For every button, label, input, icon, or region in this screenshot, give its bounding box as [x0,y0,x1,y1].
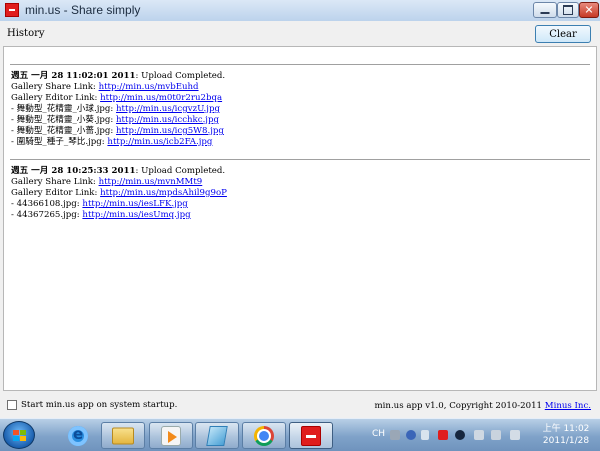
file-row: - 舞動型_花精靈_小薔.jpg: http://min.us/icg5W8.j… [11,126,596,137]
file-name: - 舞動型_花精靈_小薔.jpg: [11,126,117,136]
share-link-label: Gallery Share Link: [11,177,99,187]
file-name: - 圍騎型_種子_琴比.jpg: [11,137,108,147]
keyboard-icon[interactable] [390,430,400,440]
help-icon[interactable] [406,430,416,440]
footer: Start min.us app on system startup. min.… [0,397,600,417]
upload-entry: 週五 一月 28 10:25:33 2011: Upload Completed… [4,160,596,221]
window-title: min.us - Share simply [25,3,141,17]
title-bar[interactable]: min.us - Share simply ✕ [0,0,600,22]
file-link[interactable]: http://min.us/icb2FA.jpg [107,137,212,147]
chrome-icon [254,425,274,446]
close-icon: ✕ [584,3,594,17]
share-link[interactable]: http://min.us/mvnMMt9 [99,177,203,187]
share-link-row: Gallery Share Link: http://min.us/mvbEuh… [11,82,596,93]
taskbar-item-media-player[interactable] [149,422,193,449]
minimize-button[interactable] [533,2,557,18]
company-link[interactable]: Minus Inc. [545,401,591,411]
system-clock[interactable]: 上午 11:02 2011/1/28 [534,423,598,447]
minimize-icon [540,12,550,14]
clock-time: 上午 11:02 [542,424,590,434]
internet-explorer-icon [68,425,88,446]
file-link[interactable]: http://min.us/icg5W8.jpg [116,126,224,136]
taskbar-item-chrome[interactable] [242,422,286,449]
clock-date: 2011/1/28 [542,436,590,446]
editor-link-label: Gallery Editor Link: [11,93,101,103]
entry-header: 週五 一月 28 10:25:33 2011: Upload Completed… [11,166,596,177]
taskbar: CH 上午 11:02 2011/1/28 [0,418,600,451]
startup-checkbox-label[interactable]: Start min.us app on system startup. [21,400,177,410]
language-indicator[interactable]: CH [372,429,385,439]
network-icon[interactable] [474,430,484,440]
editor-link[interactable]: http://min.us/mpdsAhil9g9oP [100,188,227,198]
taskbar-item-notepad[interactable] [195,422,239,449]
file-row: - 44366108.jpg: http://min.us/iesLFK.jpg [11,199,596,210]
file-link[interactable]: http://min.us/icgvzU.jpg [116,104,220,114]
entry-header: 週五 一月 28 11:02:01 2011: Upload Completed… [11,71,596,82]
taskbar-item-internet-explorer[interactable] [56,422,100,449]
file-row: - 舞動型_花精靈_小球.jpg: http://min.us/icgvzU.j… [11,104,596,115]
file-link[interactable]: http://min.us/iesLFK.jpg [82,199,187,209]
volume-icon[interactable] [510,430,520,440]
file-name: - 44366108.jpg: [11,199,83,209]
folder-icon [112,427,134,444]
windows-logo-icon [13,430,26,442]
entry-status: : Upload Completed. [135,71,226,81]
file-name: - 舞動型_花精靈_小球.jpg: [11,104,117,114]
share-link-label: Gallery Share Link: [11,82,99,92]
taskbar-item-explorer[interactable] [101,422,145,449]
maximize-icon [563,5,573,15]
file-name: - 44367265.jpg: [11,210,83,220]
startup-checkbox[interactable] [7,400,17,410]
copyright-text: min.us app v1.0, Copyright 2010-2011 Min… [375,401,591,411]
minus-app-icon [5,3,19,17]
taskbar-item-minus[interactable] [289,422,333,449]
editor-link-row: Gallery Editor Link: http://min.us/m0t0r… [11,93,596,104]
app-tray-icon[interactable] [455,430,465,440]
file-row: - 舞動型_花精靈_小葵.jpg: http://min.us/icchkc.j… [11,115,596,126]
copyright-label: min.us app v1.0, Copyright 2010-2011 [374,401,545,411]
app-client-area: History Clear 週五 一月 28 11:02:01 2011: Up… [0,21,600,418]
minus-app-icon [301,425,321,446]
share-link-row: Gallery Share Link: http://min.us/mvnMMt… [11,177,596,188]
entry-date: 週五 一月 28 10:25:33 2011 [11,166,136,176]
notepad-icon [206,425,228,446]
file-link[interactable]: http://min.us/iesUmq.jpg [82,210,190,220]
file-link[interactable]: http://min.us/icchkc.jpg [116,115,219,125]
clear-button[interactable]: Clear [535,25,591,43]
entry-status: : Upload Completed. [135,166,226,176]
start-button[interactable] [3,421,35,449]
editor-link[interactable]: http://min.us/m0t0r2ru2bqa [100,93,222,103]
editor-link-row: Gallery Editor Link: http://min.us/mpdsA… [11,188,596,199]
editor-link-label: Gallery Editor Link: [11,188,101,198]
media-player-icon [161,425,181,446]
share-link[interactable]: http://min.us/mvbEuhd [99,82,199,92]
upload-entry: 週五 一月 28 11:02:01 2011: Upload Completed… [4,65,596,148]
pen-icon[interactable] [421,430,429,440]
maximize-button[interactable] [557,2,579,18]
close-button[interactable]: ✕ [579,2,599,18]
history-log[interactable]: 週五 一月 28 11:02:01 2011: Upload Completed… [3,46,597,391]
power-icon[interactable] [491,430,501,440]
file-row: - 44367265.jpg: http://min.us/iesUmq.jpg [11,210,596,221]
history-label: History [7,28,45,39]
minus-tray-icon[interactable] [438,430,448,440]
entry-date: 週五 一月 28 11:02:01 2011 [11,71,136,81]
file-row: - 圍騎型_種子_琴比.jpg: http://min.us/icb2FA.jp… [11,137,596,148]
file-name: - 舞動型_花精靈_小葵.jpg: [11,115,117,125]
